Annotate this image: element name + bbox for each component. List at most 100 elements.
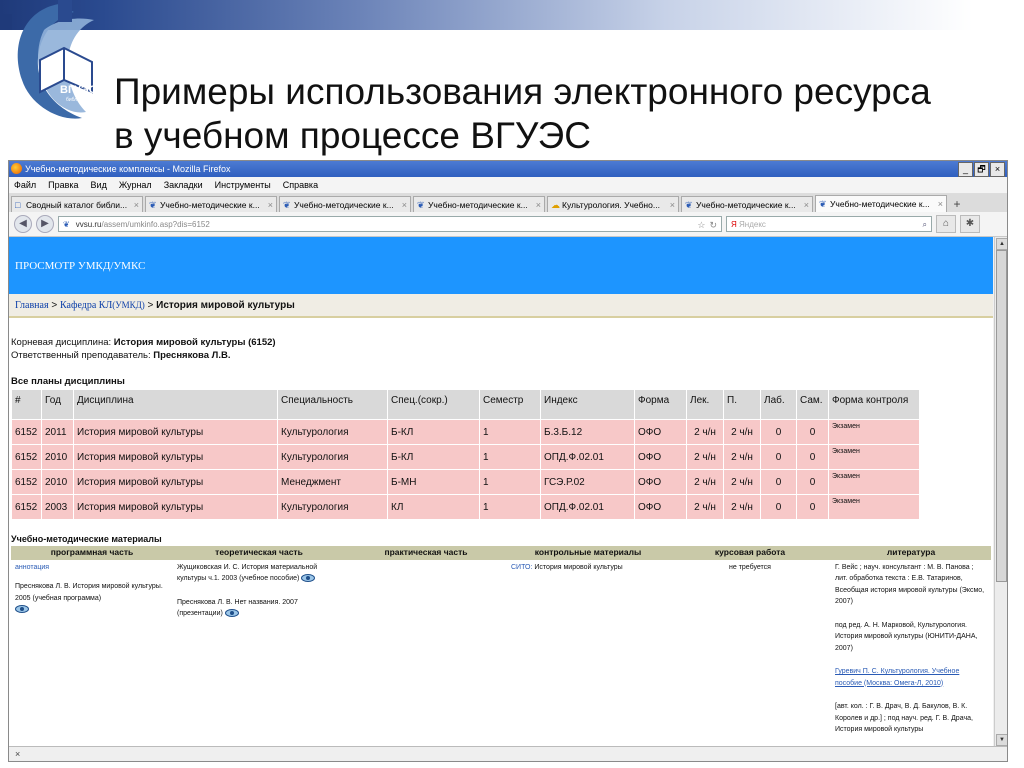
lit-item-2: под ред. А. Н. Марковой, Культурология. …: [835, 621, 978, 652]
vvsu-icon: ❦: [283, 199, 291, 210]
table-row[interactable]: 6152 2003 История мировой культуры Культ…: [11, 494, 920, 520]
plans-header-row: # Год Дисциплина Специальность Спец.(сок…: [11, 389, 920, 420]
tab-close-icon[interactable]: ×: [670, 200, 675, 210]
cell-number: 6152: [11, 419, 42, 445]
firefox-icon: [11, 163, 22, 174]
cell-index: ОПД.Ф.02.01: [540, 494, 635, 520]
cell-form: ОФО: [634, 444, 687, 470]
search-placeholder: Яндекс: [739, 220, 766, 229]
breadcrumb-separator: >: [147, 300, 154, 311]
col-labs: Лаб.: [760, 389, 797, 420]
sito-link[interactable]: СИТО:: [511, 564, 532, 571]
cell-index: ОПД.Ф.02.01: [540, 444, 635, 470]
search-input[interactable]: Я Яндекс ⌕: [726, 216, 932, 232]
col-practical: практическая часть: [345, 546, 507, 560]
tab-catalog[interactable]: □ Сводный каталог библи... ×: [11, 196, 143, 212]
breadcrumb-home-link[interactable]: Главная: [15, 300, 49, 311]
close-window-button[interactable]: ×: [990, 162, 1005, 177]
plans-table: # Год Дисциплина Специальность Спец.(сок…: [11, 389, 920, 520]
plans-title: Все планы дисциплины: [11, 376, 125, 387]
table-row[interactable]: 6152 2011 История мировой культуры Культ…: [11, 419, 920, 445]
address-bar[interactable]: ❦ vvsu.ru/assem/umkinfo.asp?dis=6152 ☆ ↻: [58, 216, 722, 232]
discipline-info: Корневая дисциплина: История мировой кул…: [11, 336, 993, 362]
eye-icon[interactable]: [224, 609, 239, 618]
table-row[interactable]: 6152 2010 История мировой культуры Культ…: [11, 444, 920, 470]
tab-umk-2[interactable]: ❦ Учебно-методические к... ×: [279, 196, 411, 212]
cell-course: не требуется: [729, 563, 771, 571]
tab-umk-3[interactable]: ❦ Учебно-методические к... ×: [413, 196, 545, 212]
eye-icon[interactable]: [301, 574, 316, 583]
tab-close-icon[interactable]: ×: [134, 200, 139, 210]
tab-close-icon[interactable]: ×: [402, 200, 407, 210]
scroll-up-icon[interactable]: ▲: [996, 238, 1007, 250]
cell-lectures: 2 ч/н: [686, 494, 724, 520]
tab-culturology[interactable]: ☁ Культурология. Учебно... ×: [547, 196, 679, 212]
cell-year: 2010: [41, 444, 74, 470]
tab-label: Культурология. Учебно...: [562, 199, 660, 210]
theory-1-text: Жущиковская И. С. История материальной к…: [177, 563, 318, 583]
back-button[interactable]: ◀: [14, 215, 32, 233]
col-course: курсовая работа: [669, 546, 831, 560]
cell-theory: Жущиковская И. С. История материальной к…: [173, 560, 345, 738]
lit-item-3-link[interactable]: Гуревич П. С. Культурология. Учебное пос…: [835, 666, 987, 689]
col-self: Сам.: [796, 389, 829, 420]
tab-label: Учебно-методические к...: [696, 199, 796, 210]
menu-tools[interactable]: Инструменты: [215, 177, 271, 193]
restore-button[interactable]: 🗗: [974, 162, 989, 177]
scrollbar-thumb[interactable]: [996, 250, 1007, 582]
tab-label: Сводный каталог библи...: [26, 199, 128, 210]
breadcrumb-dept-link[interactable]: Кафедра КЛ(УМКД): [60, 300, 145, 311]
addon-icon[interactable]: ✱: [960, 215, 980, 233]
tab-close-icon[interactable]: ×: [268, 200, 273, 210]
menu-view[interactable]: Вид: [91, 177, 107, 193]
cell-year: 2011: [41, 419, 74, 445]
vertical-scrollbar[interactable]: ▲ ▼: [994, 237, 1007, 747]
home-icon[interactable]: ⌂: [936, 215, 956, 233]
slide-title-line-1: Примеры использования электронного ресур…: [114, 71, 931, 112]
menu-history[interactable]: Журнал: [119, 177, 152, 193]
reload-icon[interactable]: ↻: [709, 217, 717, 231]
materials-row: аннотация Преснякова Л. В. История миров…: [11, 560, 991, 738]
window-title: Учебно-методические комплексы - Mozilla …: [25, 164, 231, 174]
new-tab-button[interactable]: +: [949, 196, 965, 212]
menu-file[interactable]: Файл: [14, 177, 36, 193]
tab-close-icon[interactable]: ×: [536, 200, 541, 210]
tab-umk-4[interactable]: ❦ Учебно-методические к... ×: [681, 196, 813, 212]
forward-button[interactable]: ▶: [36, 215, 54, 233]
search-icon[interactable]: ⌕: [923, 217, 931, 231]
cell-form: ОФО: [634, 494, 687, 520]
cell-self: 0: [796, 444, 829, 470]
cell-semester: 1: [479, 469, 541, 495]
cell-spec-short: Б-КЛ: [387, 419, 480, 445]
cell-form: ОФО: [634, 419, 687, 445]
cell-control: СИТО: История мировой культуры: [507, 560, 669, 738]
cell-program: аннотация Преснякова Л. В. История миров…: [11, 560, 173, 738]
cell-spec-short: Б-КЛ: [387, 444, 480, 470]
tab-close-icon[interactable]: ×: [804, 200, 809, 210]
cell-control-form: Экзамен: [828, 419, 920, 445]
tab-label: Учебно-методические к...: [160, 199, 260, 210]
vvsu-icon: ❦: [417, 199, 425, 210]
scroll-down-icon[interactable]: ▼: [996, 734, 1007, 746]
minimize-button[interactable]: _: [958, 162, 973, 177]
page-content: ПРОСМОТР УМКД/УМКС Главная > Кафедра КЛ(…: [9, 237, 993, 747]
tab-close-icon[interactable]: ×: [938, 199, 943, 209]
vvsu-icon: ❦: [819, 199, 827, 209]
menu-help[interactable]: Справка: [283, 177, 318, 193]
bookmark-star-icon[interactable]: ☆: [697, 217, 705, 231]
col-program: программная часть: [11, 546, 173, 560]
breadcrumb: Главная > Кафедра КЛ(УМКД) > История мир…: [9, 294, 993, 318]
url-domain: vvsu.ru: [75, 220, 102, 229]
table-row[interactable]: 6152 2010 История мировой культуры Менед…: [11, 469, 920, 495]
menu-edit[interactable]: Правка: [48, 177, 78, 193]
slide-title-line-2: в учебном процессе ВГУЭС: [114, 115, 591, 156]
eye-icon[interactable]: [15, 605, 29, 614]
annotation-link[interactable]: аннотация: [15, 564, 49, 571]
cell-semester: 1: [479, 494, 541, 520]
tab-umk-active[interactable]: ❦ Учебно-методические к... ×: [815, 195, 947, 212]
cell-self: 0: [796, 494, 829, 520]
tab-umk-1[interactable]: ❦ Учебно-методические к... ×: [145, 196, 277, 212]
cell-spec-short: Б-МН: [387, 469, 480, 495]
close-addon-bar-icon[interactable]: ×: [15, 749, 20, 759]
menu-bookmarks[interactable]: Закладки: [164, 177, 203, 193]
